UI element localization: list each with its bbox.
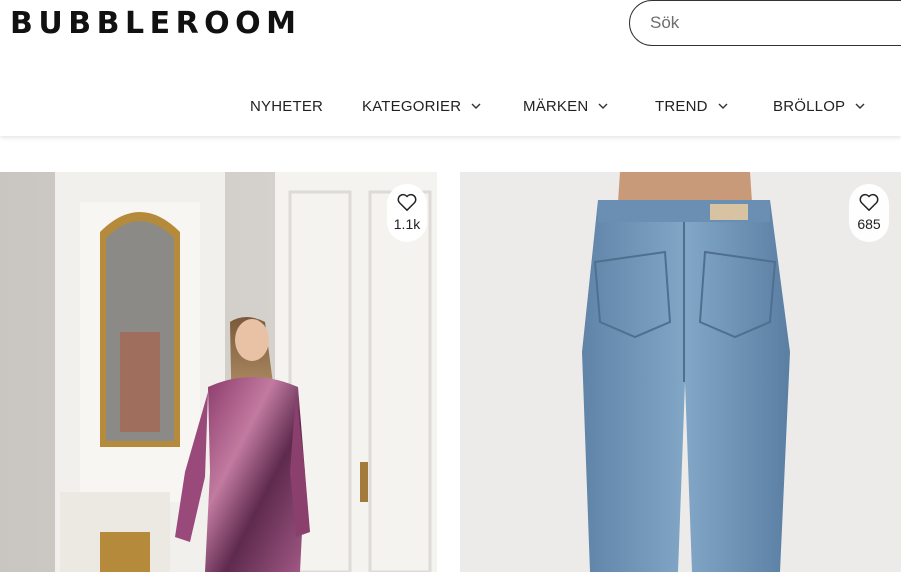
chevron-down-icon xyxy=(598,101,608,111)
nav-item-label: MÄRKEN xyxy=(523,97,589,115)
search-input[interactable] xyxy=(650,11,890,35)
product-image-jeans[interactable] xyxy=(460,172,901,572)
brand-logo[interactable]: BUBBLEROOM xyxy=(10,6,302,42)
favorite-button[interactable]: 685 xyxy=(849,184,889,242)
nav-item-label: TREND xyxy=(655,97,708,115)
main-navigation: NYHETER KATEGORIER MÄRKEN TREND BRÖLLOP xyxy=(0,94,901,118)
nav-item-label: KATEGORIER xyxy=(362,97,462,115)
product-image-dress[interactable] xyxy=(0,172,437,572)
nav-item-trend[interactable]: TREND xyxy=(655,94,728,118)
nav-item-label: NYHETER xyxy=(250,97,324,115)
nav-item-nyheter[interactable]: NYHETER xyxy=(250,94,323,118)
nav-item-brollop[interactable]: BRÖLLOP xyxy=(773,94,865,118)
site-header: BUBBLEROOM NYHETER KATEGORIER MÄRKEN TRE… xyxy=(0,0,901,136)
chevron-down-icon xyxy=(855,101,865,111)
chevron-down-icon xyxy=(471,101,481,111)
product-card[interactable]: 685 xyxy=(460,172,901,572)
search-box[interactable] xyxy=(629,0,901,46)
heart-icon xyxy=(859,193,879,211)
favorite-button[interactable]: 1.1k xyxy=(387,184,427,242)
nav-item-marken[interactable]: MÄRKEN xyxy=(523,94,608,118)
chevron-down-icon xyxy=(718,101,728,111)
nav-item-label: BRÖLLOP xyxy=(773,97,846,115)
favorite-count: 1.1k xyxy=(393,216,421,232)
nav-item-kategorier[interactable]: KATEGORIER xyxy=(362,94,481,118)
heart-icon xyxy=(397,193,417,211)
favorite-count: 685 xyxy=(857,216,881,232)
product-card[interactable]: 1.1k xyxy=(0,172,437,572)
